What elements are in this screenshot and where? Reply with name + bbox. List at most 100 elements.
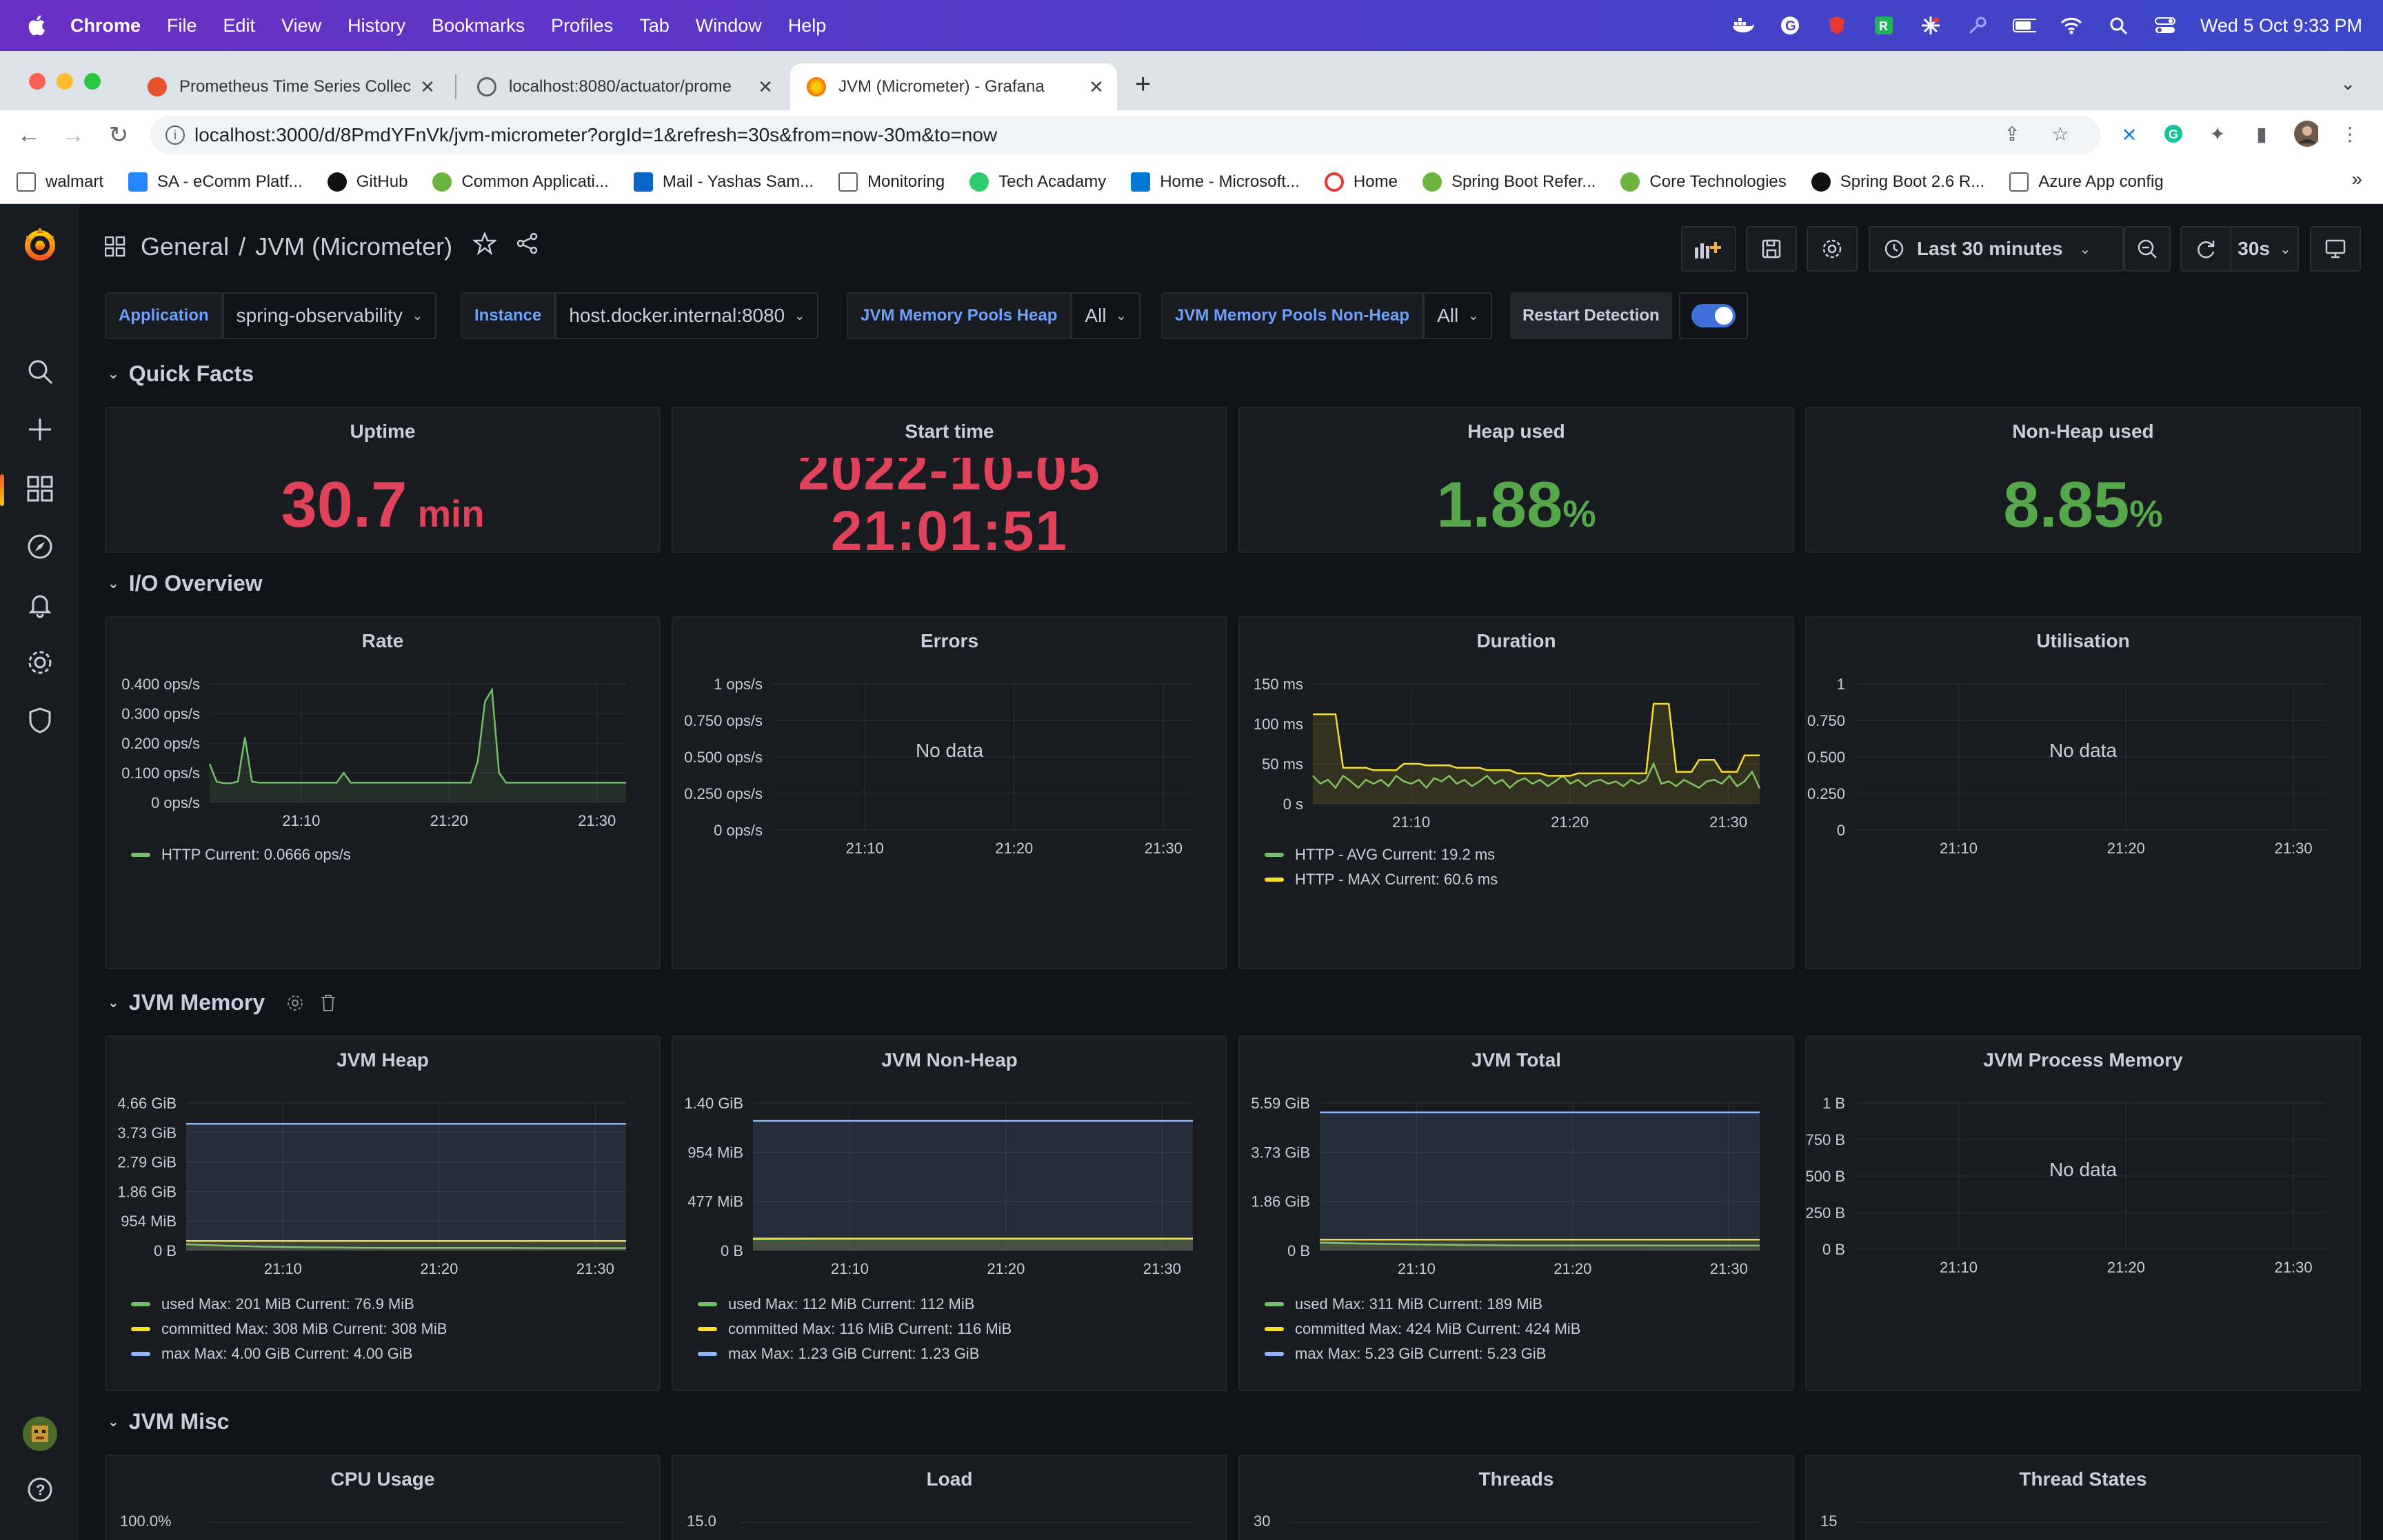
tab-grafana-active[interactable]: JVM (Micrometer) - Grafana ✕ [790,63,1117,110]
legend-item[interactable]: committed Max: 424 MiB Current: 424 MiB [1265,1317,1580,1341]
panel-threads[interactable]: Threads 30 [1238,1455,1794,1540]
add-panel-button[interactable] [1681,226,1736,272]
vscode-extension-icon[interactable]: ⨯ [2117,121,2142,146]
legend-item[interactable]: committed Max: 116 MiB Current: 116 MiB [698,1317,1012,1341]
apple-icon[interactable] [26,14,50,37]
panel-uptime[interactable]: Uptime 30.7 min [105,407,661,553]
tab-close-icon[interactable]: ✕ [418,77,437,98]
panel-jvm-nonheap[interactable]: JVM Non-Heap 1.40 GiB 954 MiB 477 MiB 0 B 21… [672,1035,1227,1391]
legend-item[interactable]: max Max: 4.00 GiB Current: 4.00 GiB [131,1341,447,1366]
window-close-button[interactable] [29,73,46,90]
legend-item[interactable]: max Max: 5.23 GiB Current: 5.23 GiB [1265,1341,1580,1366]
legend-item[interactable]: committed Max: 308 MiB Current: 308 MiB [131,1317,447,1341]
forward-arrow-icon[interactable]: → [58,120,88,150]
bookmark-walmart[interactable]: walmart [17,172,103,192]
bookmark-spring-boot-reference[interactable]: Spring Boot Refer... [1422,172,1596,192]
row-jvm-memory[interactable]: ⌄ JVM Memory [108,990,338,1015]
user-avatar[interactable] [21,1415,59,1453]
legend-item[interactable]: HTTP - MAX Current: 60.6 ms [1265,867,1498,892]
bookmark-github[interactable]: GitHub [327,172,408,192]
menu-window[interactable]: Window [696,15,762,37]
bookmark-common-applications[interactable]: Common Applicati... [432,172,609,192]
bookmark-azure-app-config[interactable]: Azure App config [2009,172,2164,192]
row-quick-facts[interactable]: ⌄ Quick Facts [108,361,254,387]
extensions-puzzle-icon[interactable]: ✦ [2205,121,2230,146]
spotlight-search-icon[interactable] [2107,15,2130,36]
bookmark-home[interactable]: Home [1324,172,1398,192]
zoom-out-button[interactable] [2124,226,2171,272]
panel-start-time[interactable]: Start time 2022-10-05 21:01:51 [672,407,1227,553]
battery-icon[interactable] [2012,15,2036,36]
side-panel-icon[interactable]: ▮ [2249,121,2274,146]
panel-jvm-heap[interactable]: JVM Heap 4.66 GiB 3.73 GiB 2.79 GiB 1.86 Gi… [105,1035,661,1391]
panel-thread-states[interactable]: Thread States 15 [1805,1455,2361,1540]
menu-edit[interactable]: Edit [223,15,256,37]
bookmarks-overflow-chevron-icon[interactable]: » [2351,168,2362,190]
panel-jvm-total[interactable]: JVM Total 5.59 GiB 3.73 GiB 1.86 GiB 0 B 21:… [1238,1035,1794,1391]
legend-item[interactable]: used Max: 112 MiB Current: 112 MiB [698,1292,1012,1317]
configuration-gear-icon[interactable] [26,648,54,677]
restart-detection-toggle[interactable] [1691,304,1736,327]
site-info-icon[interactable]: i [165,125,185,145]
bookmark-core-technologies[interactable]: Core Technologies [1620,172,1787,192]
menu-bookmarks[interactable]: Bookmarks [432,15,525,37]
time-range-picker[interactable]: Last 30 minutes ⌄ [1869,226,2124,272]
docker-icon[interactable] [1731,15,1755,36]
panel-nonheap-used[interactable]: Non-Heap used 8.85% [1805,407,2361,553]
search-icon[interactable] [26,357,54,386]
share-dashboard-icon[interactable] [516,232,539,261]
legend-item[interactable]: used Max: 311 MiB Current: 189 MiB [1265,1292,1580,1317]
legend-item[interactable]: max Max: 1.23 GiB Current: 1.23 GiB [698,1341,1012,1366]
address-bar[interactable]: i localhost:3000/d/8PmdYFnVk/jvm-microme… [150,116,2100,154]
bookmark-home-microsoft[interactable]: Home - Microsoft... [1131,172,1300,192]
panel-heap-used[interactable]: Heap used 1.88% [1238,407,1794,553]
menu-app-chrome[interactable]: Chrome [70,15,141,37]
window-minimize-button[interactable] [57,73,73,90]
legend-item[interactable]: HTTP Current: 0.0666 ops/s [131,842,351,867]
bookmark-sa-ecomm[interactable]: SA - eComm Platf... [128,172,303,192]
tab-search-chevron-icon[interactable]: ⌄ [2340,73,2355,94]
save-dashboard-button[interactable] [1746,226,1797,272]
share-icon[interactable]: ⇪ [2000,121,2024,146]
chrome-menu-icon[interactable]: ⋮ [2337,121,2362,146]
server-admin-shield-icon[interactable] [26,706,54,735]
breadcrumb-folder[interactable]: General [141,232,229,261]
menu-profiles[interactable]: Profiles [551,15,613,37]
row-io-overview[interactable]: ⌄ I/O Overview [108,571,263,596]
menu-tab[interactable]: Tab [639,15,670,37]
menu-history[interactable]: History [348,15,405,37]
menubar-clock[interactable]: Wed 5 Oct 9:33 PM [2200,15,2362,37]
spark-status-icon[interactable] [1919,15,1942,36]
profile-avatar-icon[interactable] [2293,121,2318,147]
instance-select[interactable]: host.docker.internal:8080 ⌄ [555,292,819,339]
window-zoom-button[interactable] [84,73,101,90]
alerting-bell-icon[interactable] [26,590,54,619]
key-icon[interactable] [1966,15,1989,36]
shield-app-icon[interactable] [1825,15,1849,36]
new-tab-button[interactable]: + [1135,69,1151,100]
dashboards-icon[interactable] [26,474,54,503]
favorite-star-icon[interactable] [472,231,498,261]
create-plus-icon[interactable] [26,415,54,444]
row-settings-gear-icon[interactable] [285,993,305,1013]
grafana-logo-icon[interactable] [21,225,59,263]
tv-mode-button[interactable] [2310,226,2361,272]
tab-prometheus[interactable]: Prometheus Time Series Collec ✕ [131,63,448,110]
panel-jvm-process-memory[interactable]: JVM Process Memory 1 B0.750 B0.500 B0.25… [1805,1035,2361,1391]
legend-item[interactable]: HTTP - AVG Current: 19.2 ms [1265,842,1498,867]
panel-utilisation[interactable]: Utilisation 1 0.750 0.500 0.250 0 21:10 21:20 2… [1805,616,2361,969]
application-select[interactable]: spring-observability ⌄ [222,292,436,339]
wifi-icon[interactable] [2060,15,2083,36]
grammarly-extension-icon[interactable]: G [2161,121,2186,146]
bookmark-mail[interactable]: Mail - Yashas Sam... [633,172,814,192]
menu-view[interactable]: View [281,15,321,37]
bookmark-spring-boot-2-6[interactable]: Spring Boot 2.6 R... [1811,172,1984,192]
help-icon[interactable]: ? [26,1475,54,1504]
tab-actuator[interactable]: localhost:8080/actuator/prome ✕ [461,63,786,110]
tab-close-icon[interactable]: ✕ [1087,77,1106,98]
menu-file[interactable]: File [167,15,197,37]
panel-duration[interactable]: Duration 150 ms 100 ms 50 ms 0 s 21:10 21:20 2… [1238,616,1794,969]
tab-close-icon[interactable]: ✕ [756,77,775,98]
back-arrow-icon[interactable]: ← [14,120,44,150]
reload-icon[interactable]: ↻ [103,120,134,150]
